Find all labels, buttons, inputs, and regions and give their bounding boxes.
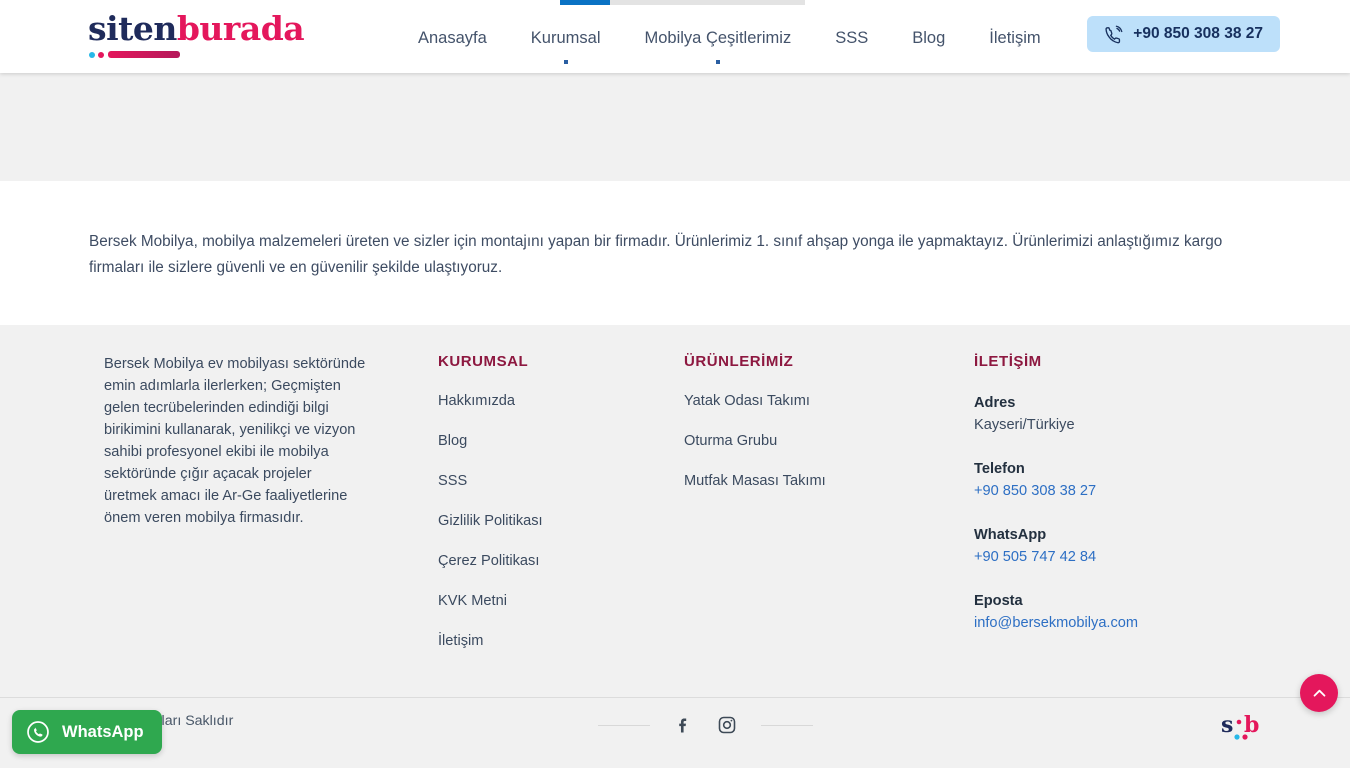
nav-label: Blog [912,29,946,47]
svg-text:s: s [1221,712,1233,738]
site-logo[interactable]: sitenburada [88,9,305,63]
footer-link-iletisim[interactable]: İletişim [438,633,668,649]
contact-label-adres: Adres [974,395,1016,411]
footer-link-gizlilik-politikasi[interactable]: Gizlilik Politikası [438,513,668,529]
contact-value-telefon[interactable]: +90 850 308 38 27 [974,483,1096,499]
contact-block-adres: Adres Kayseri/Türkiye [974,392,1254,436]
footer-link-cerez-politikasi[interactable]: Çerez Politikası [438,553,668,569]
footer-column-urunlerimiz: ÜRÜNLERİMİZ Yatak Odası Takımı Oturma Gr… [684,353,954,489]
footer-column-iletisim: İLETİŞİM Adres Kayseri/Türkiye Telefon +… [974,353,1254,634]
chevron-down-icon [715,60,720,64]
nav-label: İletişim [989,29,1041,47]
footer-about-text: Bersek Mobilya ev mobilyası sektöründe e… [104,356,366,526]
chevron-down-icon [563,60,568,64]
header-phone-button[interactable]: +90 850 308 38 27 [1087,16,1280,52]
logo-gradient-bar [108,51,180,58]
logo-text-siten: siten [88,9,177,48]
phone-button-label: +90 850 308 38 27 [1133,25,1263,42]
sb-mini-logo-glyph: s b [1221,712,1259,740]
contact-value-whatsapp[interactable]: +90 505 747 42 84 [974,549,1096,565]
site-footer: Bersek Mobilya ev mobilyası sektöründe e… [0,325,1350,697]
site-header: sitenburada Anasayfa Kurumsal Mobilya Çe… [0,0,1350,73]
logo-dot-cyan [89,51,95,58]
contact-label-whatsapp: WhatsApp [974,527,1047,543]
instagram-glyph [718,716,736,734]
svg-text:b: b [1244,712,1259,738]
top-progress-fill [560,0,610,5]
footer-heading-urunlerimiz: ÜRÜNLERİMİZ [684,353,794,370]
footer-column-kurumsal: KURUMSAL Hakkımızda Blog SSS Gizlilik Po… [438,353,668,649]
footer-heading-kurumsal: KURUMSAL [438,353,529,370]
divider-right [761,724,813,726]
whatsapp-float-button[interactable]: WhatsApp [12,710,162,754]
footer-heading-iletisim: İLETİŞİM [974,353,1042,370]
phone-icon [1105,25,1123,43]
contact-block-eposta: Eposta info@bersekmobilya.com [974,590,1254,634]
logo-dot-pink [98,51,104,58]
nav-label: SSS [835,29,869,47]
intro-paragraph: Bersek Mobilya, mobilya malzemeleri üret… [89,233,1223,276]
footer-column-about: Bersek Mobilya ev mobilyası sektöründe e… [104,353,366,529]
intro-section: Bersek Mobilya, mobilya malzemeleri üret… [0,181,1350,325]
contact-label-telefon: Telefon [974,461,1025,477]
footer-link-kvk-metni[interactable]: KVK Metni [438,593,668,609]
nav-label: Kurumsal [530,29,601,47]
nav-label: Anasayfa [418,29,487,47]
nav-item-blog[interactable]: Blog [890,26,967,50]
nav-item-anasayfa[interactable]: Anasayfa [418,26,509,50]
nav-item-iletisim[interactable]: İletişim [967,26,1062,50]
nav-item-kurumsal[interactable]: Kurumsal [509,26,623,64]
contact-value-adres: Kayseri/Türkiye [974,417,1075,433]
top-progress-bar [560,0,805,5]
contact-value-eposta[interactable]: info@bersekmobilya.com [974,615,1138,631]
facebook-glyph [679,718,687,732]
contact-label-eposta: Eposta [974,593,1023,609]
contact-block-telefon: Telefon +90 850 308 38 27 [974,458,1254,502]
sb-mini-logo[interactable]: s b [1221,709,1265,745]
footer-link-oturma-grubu[interactable]: Oturma Grubu [684,433,954,449]
footer-link-sss[interactable]: SSS [438,473,668,489]
footer-bottom-bar: Tüm Hakları Saklıdır s b [0,697,1350,768]
footer-link-mutfak-masasi-takimi[interactable]: Mutfak Masası Takımı [684,473,954,489]
whatsapp-float-label: WhatsApp [62,722,144,741]
nav-label: Mobilya Çeşitlerimiz [644,29,792,47]
logo-text-burada: burada [176,9,305,48]
nav-item-mobilya-cesitlerimiz[interactable]: Mobilya Çeşitlerimiz [623,26,814,64]
logo-wordmark: sitenburada [88,9,305,48]
page-root: sitenburada Anasayfa Kurumsal Mobilya Çe… [0,0,1350,768]
whatsapp-icon [27,721,49,743]
footer-link-yatak-odasi-takimi[interactable]: Yatak Odası Takımı [684,393,954,409]
chevron-up-icon [1313,689,1325,697]
contact-block-whatsapp: WhatsApp +90 505 747 42 84 [974,524,1254,568]
nav-item-sss[interactable]: SSS [813,26,890,50]
scroll-to-top-button[interactable] [1300,674,1338,712]
logo-underline-decor [89,51,180,58]
hero-band [0,73,1350,181]
main-navigation: Anasayfa Kurumsal Mobilya Çeşitlerimiz S… [418,26,1063,64]
instagram-icon[interactable] [717,715,737,735]
social-links [413,710,998,740]
divider-left [598,724,650,726]
footer-link-blog[interactable]: Blog [438,433,668,449]
footer-link-hakkimizda[interactable]: Hakkımızda [438,393,668,409]
footer-columns: Bersek Mobilya ev mobilyası sektöründe e… [0,325,1350,697]
facebook-icon[interactable] [674,716,693,735]
